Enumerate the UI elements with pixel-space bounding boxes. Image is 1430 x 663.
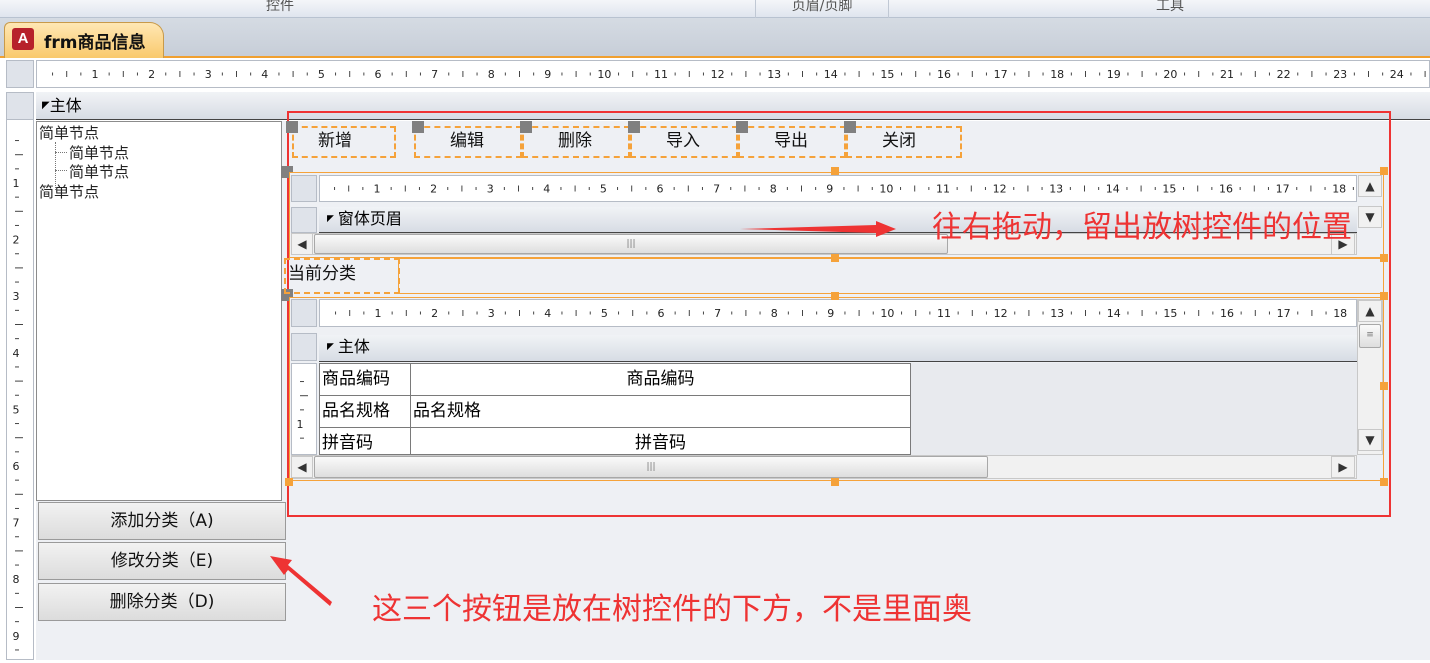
buttons-annotation: 这三个按钮是放在树控件的下方，不是里面奥 [372,592,972,627]
right-arrow-icon [740,221,896,237]
annotation-arrows [270,221,896,606]
up-left-arrow-icon [270,556,332,606]
drag-annotation: 往右拖动，留出放树控件的位置 [932,210,1352,245]
